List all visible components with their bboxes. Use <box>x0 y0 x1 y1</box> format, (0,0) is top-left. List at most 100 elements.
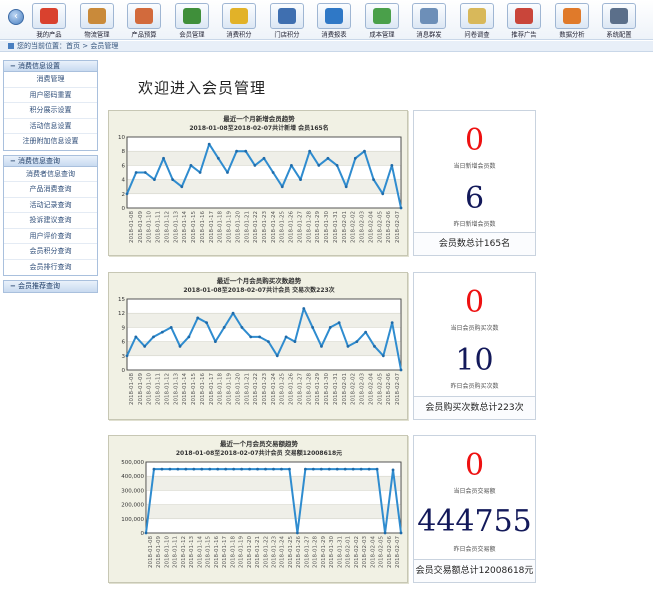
sidebar-item[interactable]: 积分展示设置 <box>4 103 97 119</box>
x-tick-label: 2018-01-23 <box>262 211 268 243</box>
sidebar-item[interactable]: 消费者信息查询 <box>4 167 97 182</box>
toolbar-button-1[interactable]: 物流管理 <box>79 3 114 40</box>
data-point <box>372 178 375 181</box>
data-point <box>293 340 297 343</box>
note-icon <box>459 3 494 29</box>
data-point <box>205 321 208 325</box>
x-tick-label: 2018-01-31 <box>333 211 339 243</box>
y-tick-label: 2 <box>122 192 126 198</box>
toolbar-button-8[interactable]: 消息群发 <box>412 3 446 40</box>
home-icon <box>8 43 14 49</box>
shield-icon <box>32 3 66 29</box>
back-arrow-icon[interactable]: ‹ <box>8 9 24 25</box>
sidebar-item[interactable]: 活动记录查询 <box>4 198 97 213</box>
x-tick-label: 2018-01-15 <box>191 211 197 243</box>
data-point <box>216 467 220 471</box>
data-point <box>375 467 379 471</box>
x-tick-label: 2018-01-12 <box>164 211 170 243</box>
data-point <box>160 330 164 334</box>
data-point <box>253 164 257 167</box>
x-tick-label: 2018-01-10 <box>164 536 170 568</box>
x-tick-label: 2018-01-28 <box>313 536 319 568</box>
data-point <box>171 178 175 181</box>
breadcrumb-home-link[interactable]: 首页 <box>66 42 80 50</box>
data-point <box>353 156 357 160</box>
x-tick-label: 2018-01-12 <box>164 373 170 405</box>
toolbar-button-4[interactable]: 消费积分 <box>222 3 256 40</box>
toolbar-button-6[interactable]: 消费报表 <box>317 3 351 40</box>
sidebar-group-header[interactable]: − 消费信息查询 <box>4 155 97 167</box>
x-tick-label: 2018-02-03 <box>362 536 368 568</box>
sidebar-item[interactable]: 注册附加信息设置 <box>4 134 97 150</box>
x-tick-label: 2018-02-07 <box>395 373 401 405</box>
sidebar-group-header[interactable]: − 会员推荐查询 <box>4 281 97 292</box>
data-point <box>275 354 279 358</box>
breadcrumb-prefix: 您的当前位置： <box>17 42 66 50</box>
sidebar-item[interactable]: 产品消费查询 <box>4 182 97 198</box>
x-tick-label: 2018-01-24 <box>271 373 277 405</box>
grid-band <box>146 476 401 491</box>
plot-area <box>126 298 402 371</box>
toolbar-button-7[interactable]: 成本管理 <box>364 3 399 40</box>
y-tick-label: 300,000 <box>121 488 144 494</box>
data-point <box>299 178 302 181</box>
toolbar-button-11[interactable]: 数据分析 <box>554 3 589 40</box>
data-point <box>258 335 261 339</box>
y-tick-label: 9 <box>122 325 126 331</box>
phone-icon <box>602 3 636 29</box>
data-point <box>125 192 129 196</box>
data-point <box>198 171 202 174</box>
x-tick-label: 2018-01-22 <box>263 536 269 568</box>
sidebar-item[interactable]: 用户评价查询 <box>4 229 97 244</box>
data-point <box>152 335 155 339</box>
x-tick-label: 2018-02-02 <box>351 211 357 243</box>
toolbar-button-0[interactable]: 我的产品 <box>32 3 66 40</box>
grid-band <box>127 313 401 328</box>
toolbar-button-3[interactable]: 会员管理 <box>174 3 209 40</box>
x-tick-label: 2018-01-19 <box>239 536 245 568</box>
x-tick-label: 2018-01-22 <box>253 373 259 405</box>
toolbar-button-5[interactable]: 门店积分 <box>269 3 304 40</box>
x-tick-label: 2018-01-30 <box>324 211 330 243</box>
data-point <box>168 467 172 471</box>
x-tick-label: 2018-01-22 <box>253 211 259 243</box>
data-point <box>162 156 165 160</box>
box-icon <box>79 3 114 29</box>
data-point <box>337 321 341 325</box>
transaction-amount-stat-panel: 0 当日会员交易额 444755 昨日会员交易额 会员交易额总计12008618… <box>413 435 536 583</box>
data-point <box>216 156 220 160</box>
sidebar-item[interactable]: 消费管理 <box>4 72 97 88</box>
data-point <box>311 467 315 471</box>
chart-subtitle: 2018-01-08至2018-02-07共计新增 会员165名 <box>189 124 328 132</box>
yesterday-transaction-amount-label: 昨日会员交易额 <box>453 546 496 553</box>
sidebar-item[interactable]: 会员排行查询 <box>4 260 97 276</box>
today-purchase-count-label: 当日会员购买次数 <box>450 325 499 332</box>
chart-title: 最近一个月新增会员趋势 <box>223 114 295 123</box>
sidebar-item[interactable]: 会员积分查询 <box>4 244 97 260</box>
grid-band <box>146 504 401 519</box>
data-point <box>373 344 376 348</box>
plot-area <box>145 461 402 534</box>
x-tick-label: 2018-02-07 <box>395 536 401 568</box>
y-tick-label: 10 <box>118 135 125 141</box>
sidebar-item[interactable]: 活动信息设置 <box>4 119 97 134</box>
x-tick-label: 2018-01-21 <box>244 373 250 405</box>
x-tick-label: 2018-01-30 <box>329 536 335 568</box>
toolbar-button-10[interactable]: 推荐广告 <box>507 3 541 40</box>
x-tick-label: 2018-02-02 <box>354 536 360 568</box>
toolbar-button-12[interactable]: 系统配置 <box>602 3 636 40</box>
data-point <box>381 354 385 358</box>
x-tick-label: 2018-01-14 <box>197 536 203 568</box>
y-tick-label: 0 <box>141 531 145 537</box>
x-tick-label: 2018-01-14 <box>182 211 188 243</box>
y-tick-label: 4 <box>122 178 126 184</box>
toolbar-button-9[interactable]: 问卷调查 <box>459 3 494 40</box>
toolbar-button-2[interactable]: 产品预算 <box>127 3 161 40</box>
sidebar-group-header[interactable]: − 消费信息设置 <box>4 61 97 72</box>
sidebar-item[interactable]: 用户密码重置 <box>4 88 97 103</box>
sidebar-item[interactable]: 投诉建议查询 <box>4 213 97 229</box>
x-tick-label: 2018-02-02 <box>351 373 357 405</box>
x-tick-label: 2018-02-04 <box>368 211 374 243</box>
x-tick-label: 2018-02-03 <box>360 211 366 243</box>
data-point <box>308 149 312 153</box>
